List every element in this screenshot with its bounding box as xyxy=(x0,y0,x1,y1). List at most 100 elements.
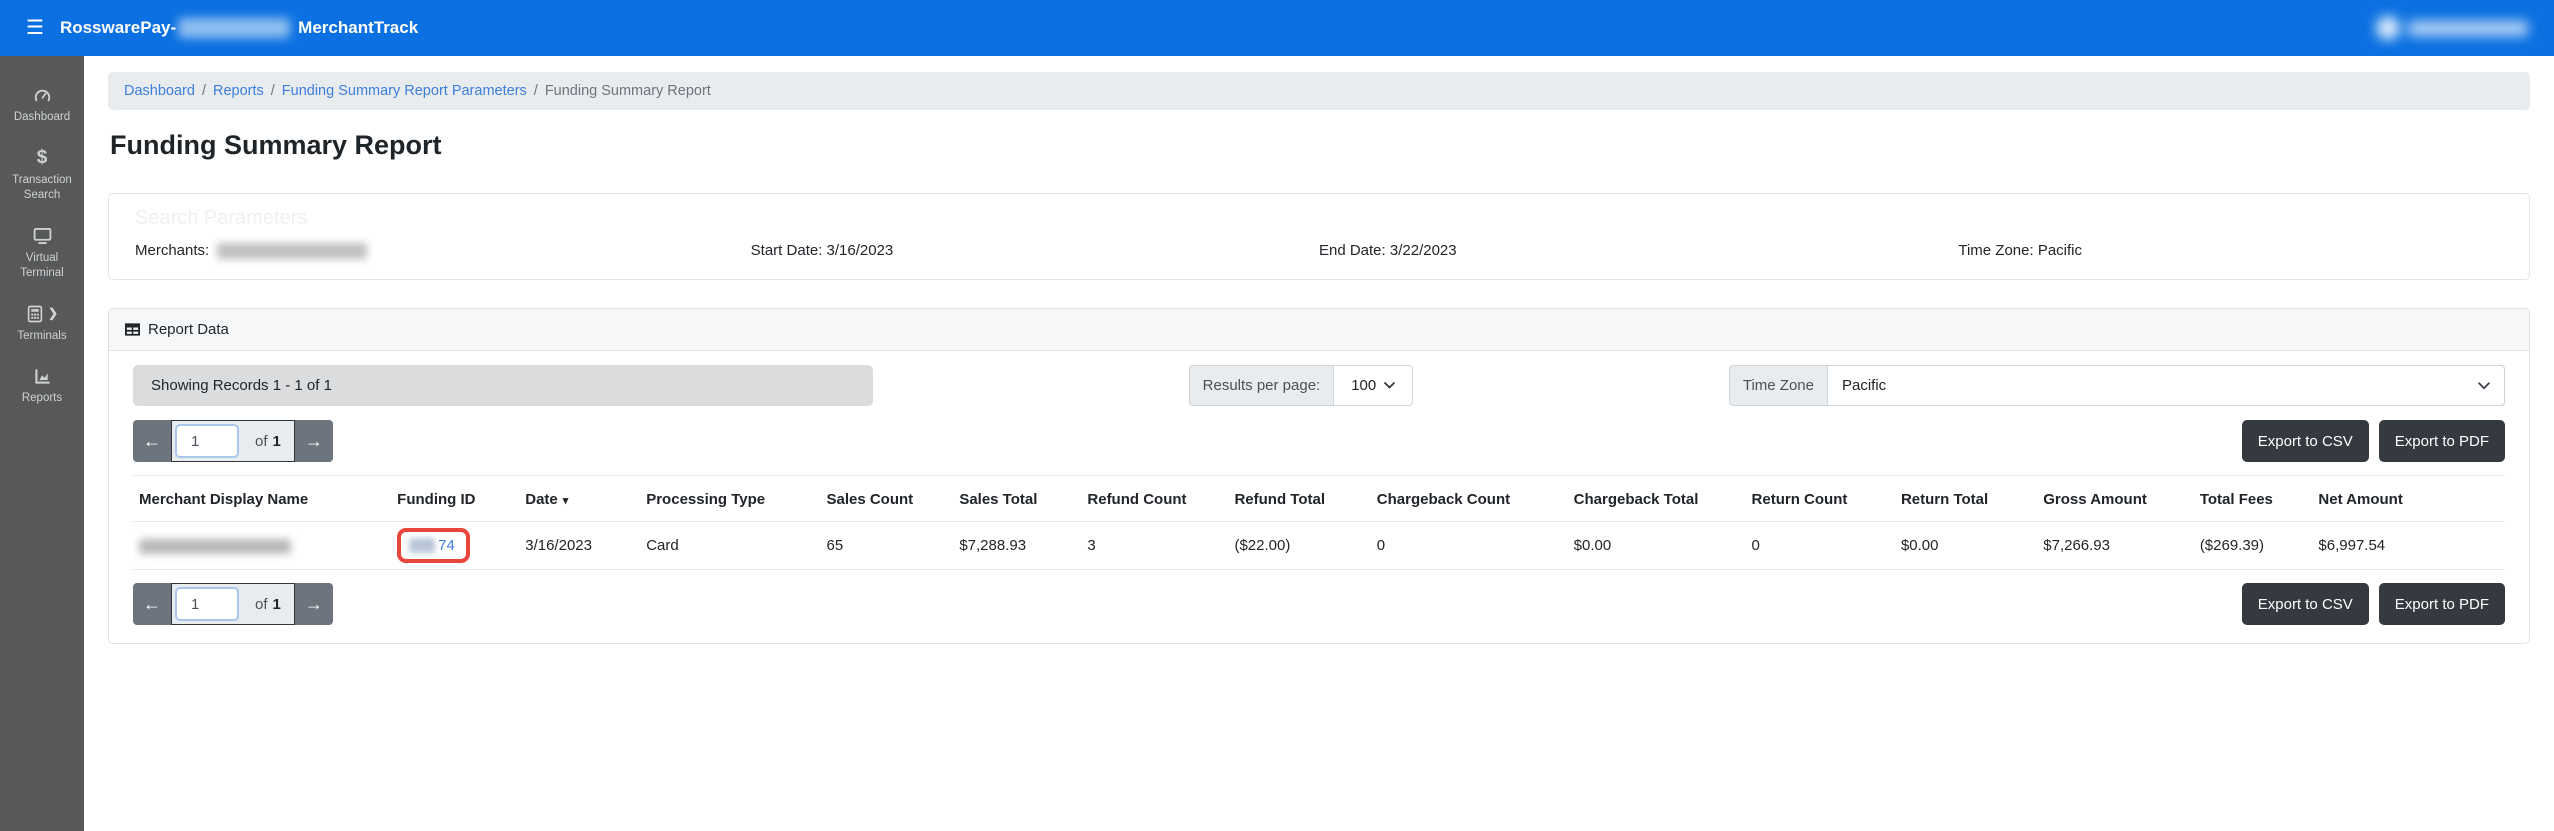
page-count-label: of1 xyxy=(242,421,294,461)
chevron-down-icon xyxy=(2478,382,2490,390)
col-sales-total: Sales Total xyxy=(951,477,1079,522)
breadcrumb-link-dashboard[interactable]: Dashboard xyxy=(124,83,195,99)
export-to-csv-button[interactable]: Export to CSV xyxy=(2242,420,2369,462)
sidebar-item-virtual-terminal[interactable]: Virtual Terminal xyxy=(0,215,84,293)
results-per-page-select[interactable]: 100 xyxy=(1333,365,1413,406)
cell-funding-id: 74 xyxy=(389,522,517,570)
report-data-card: Report Data Showing Records 1 - 1 of 1 R… xyxy=(108,308,2530,644)
cell-sales-count: 65 xyxy=(818,522,951,570)
cell-date: 3/16/2023 xyxy=(517,522,638,570)
col-date-sortable[interactable]: Date▾ xyxy=(517,477,638,522)
sidebar: Dashboard $ Transaction Search Virtual T… xyxy=(0,56,84,831)
end-date-parameter: End Date: 3/22/2023 xyxy=(1319,242,1958,259)
brand-prefix: RosswarePay- xyxy=(60,18,176,38)
previous-page-button[interactable]: ← xyxy=(133,420,171,462)
cell-return-count: 0 xyxy=(1744,522,1893,570)
monitor-icon xyxy=(3,225,81,247)
sidebar-item-label: Transaction Search xyxy=(12,174,72,202)
page-number-input[interactable] xyxy=(175,424,239,458)
app-brand: RosswarePay- MerchantTrack xyxy=(60,18,418,38)
previous-page-button[interactable]: ← xyxy=(133,583,171,625)
redacted-merchant-name xyxy=(139,539,291,554)
col-funding-id: Funding ID xyxy=(389,477,517,522)
col-return-count: Return Count xyxy=(1744,477,1893,522)
cell-net-amount: $6,997.54 xyxy=(2310,522,2505,570)
results-per-page-group: Results per page: 100 xyxy=(1189,365,1414,406)
pagination-bottom: ← of1 → xyxy=(133,583,333,625)
red-highlight-annotation: 74 xyxy=(397,528,470,563)
pagination-top: ← of1 → xyxy=(133,420,333,462)
menu-icon[interactable]: ☰ xyxy=(26,18,44,38)
export-to-pdf-button[interactable]: Export to PDF xyxy=(2379,583,2505,625)
time-zone-group: Time Zone Pacific xyxy=(1729,365,2505,406)
col-net-amount: Net Amount xyxy=(2310,477,2505,522)
sort-descending-icon: ▾ xyxy=(563,495,569,507)
page-number-input[interactable] xyxy=(175,587,239,621)
page-title: Funding Summary Report xyxy=(110,130,2530,161)
sidebar-item-label: Dashboard xyxy=(14,111,70,123)
page-count-label: of1 xyxy=(242,584,294,624)
export-to-csv-button[interactable]: Export to CSV xyxy=(2242,583,2369,625)
funding-id-link[interactable]: 74 xyxy=(438,537,455,554)
breadcrumb: Dashboard/Reports/Funding Summary Report… xyxy=(108,72,2530,110)
sidebar-item-label: Reports xyxy=(22,392,62,404)
start-date-parameter: Start Date: 3/16/2023 xyxy=(751,242,1319,259)
export-to-pdf-button[interactable]: Export to PDF xyxy=(2379,420,2505,462)
redacted-merchant-value xyxy=(217,243,367,259)
sidebar-item-reports[interactable]: Reports xyxy=(0,355,84,418)
next-page-button[interactable]: → xyxy=(295,420,333,462)
redacted-user-name xyxy=(2408,21,2528,36)
user-menu[interactable] xyxy=(2376,16,2528,40)
area-chart-icon xyxy=(3,365,81,387)
cell-merchant-display-name xyxy=(133,522,389,570)
gauge-icon xyxy=(3,84,81,106)
breadcrumb-link-reports[interactable]: Reports xyxy=(213,83,264,99)
cell-refund-total: ($22.00) xyxy=(1226,522,1368,570)
cell-chargeback-total: $0.00 xyxy=(1566,522,1744,570)
cell-sales-total: $7,288.93 xyxy=(951,522,1079,570)
col-gross-amount: Gross Amount xyxy=(2035,477,2192,522)
col-total-fees: Total Fees xyxy=(2192,477,2311,522)
sidebar-item-terminals[interactable]: ❯ Terminals xyxy=(0,293,84,356)
sidebar-item-dashboard[interactable]: Dashboard xyxy=(0,74,84,137)
calculator-icon xyxy=(26,304,44,324)
time-zone-parameter: Time Zone: Pacific xyxy=(1958,242,2503,259)
search-parameters-heading: Search Parameters xyxy=(135,207,2503,230)
sidebar-item-transaction-search[interactable]: $ Transaction Search xyxy=(0,137,84,215)
cell-refund-count: 3 xyxy=(1079,522,1226,570)
sidebar-item-label: Virtual Terminal xyxy=(20,252,63,280)
cell-chargeback-count: 0 xyxy=(1369,522,1566,570)
main-content: Dashboard/Reports/Funding Summary Report… xyxy=(84,56,2554,831)
time-zone-label: Time Zone xyxy=(1729,365,1827,406)
showing-records-status: Showing Records 1 - 1 of 1 xyxy=(133,365,873,406)
topbar: ☰ RosswarePay- MerchantTrack xyxy=(0,0,2554,56)
table-header-row: Merchant Display Name Funding ID Date▾ P… xyxy=(133,477,2505,522)
redacted-funding-id-prefix xyxy=(409,538,435,553)
cell-gross-amount: $7,266.93 xyxy=(2035,522,2192,570)
col-sales-count: Sales Count xyxy=(818,477,951,522)
cell-total-fees: ($269.39) xyxy=(2192,522,2311,570)
redacted-brand-text xyxy=(178,18,290,38)
cell-processing-type: Card xyxy=(638,522,818,570)
col-processing-type: Processing Type xyxy=(638,477,818,522)
results-per-page-label: Results per page: xyxy=(1189,365,1334,406)
time-zone-select[interactable]: Pacific xyxy=(1827,365,2505,406)
chevron-right-icon: ❯ xyxy=(48,305,58,321)
col-merchant-display-name: Merchant Display Name xyxy=(133,477,389,522)
cell-return-total: $0.00 xyxy=(1893,522,2035,570)
dollar-icon: $ xyxy=(3,147,81,169)
table-icon xyxy=(125,322,140,337)
col-refund-count: Refund Count xyxy=(1079,477,1226,522)
breadcrumb-link-funding-summary-report-parameters[interactable]: Funding Summary Report Parameters xyxy=(282,83,527,99)
user-icon xyxy=(2376,16,2400,40)
report-table: Merchant Display Name Funding ID Date▾ P… xyxy=(133,477,2505,570)
table-row: 74 3/16/2023 Card 65 $7,288.93 3 ($22.00… xyxy=(133,522,2505,570)
col-chargeback-count: Chargeback Count xyxy=(1369,477,1566,522)
next-page-button[interactable]: → xyxy=(295,583,333,625)
brand-suffix: MerchantTrack xyxy=(298,18,418,38)
breadcrumb-current: Funding Summary Report xyxy=(545,83,711,99)
sidebar-item-label: Terminals xyxy=(17,330,66,342)
merchants-parameter: Merchants: xyxy=(135,242,751,259)
col-return-total: Return Total xyxy=(1893,477,2035,522)
report-data-header: Report Data xyxy=(109,309,2529,351)
